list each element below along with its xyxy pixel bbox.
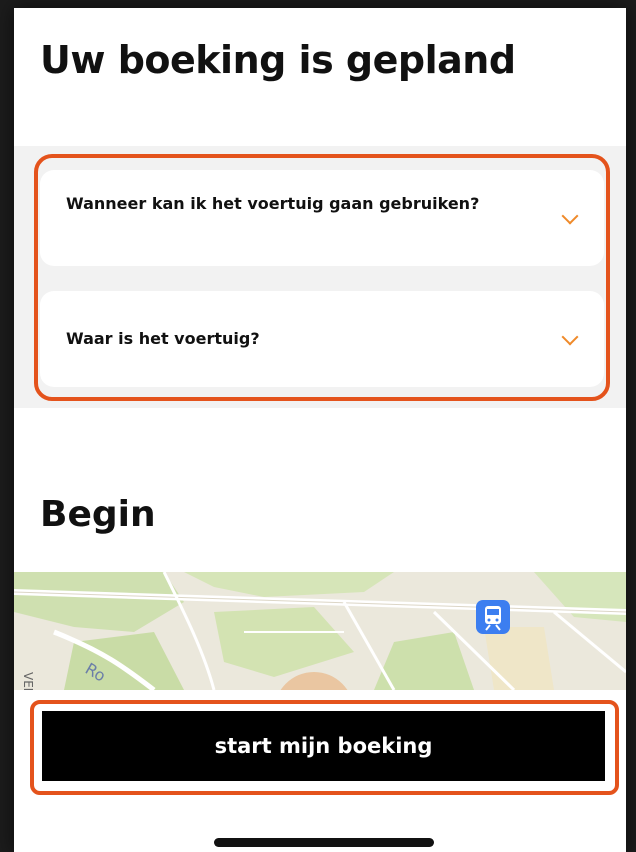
- map-street-label: VENS: [21, 672, 35, 690]
- start-booking-button[interactable]: start mijn boeking: [42, 711, 605, 781]
- page-title: Uw boeking is gepland: [40, 38, 516, 82]
- urban-area: [484, 627, 554, 690]
- home-indicator: [214, 838, 434, 847]
- faq-highlight-frame: [34, 154, 610, 401]
- app-screen: Uw boeking is gepland Wanneer kan ik het…: [14, 8, 626, 852]
- train-station-icon[interactable]: [476, 600, 510, 634]
- header: Uw boeking is gepland: [14, 8, 626, 143]
- map-graphic: VENS Ro: [14, 572, 626, 690]
- map-view[interactable]: VENS Ro: [14, 572, 626, 690]
- section-title-begin: Begin: [40, 494, 156, 535]
